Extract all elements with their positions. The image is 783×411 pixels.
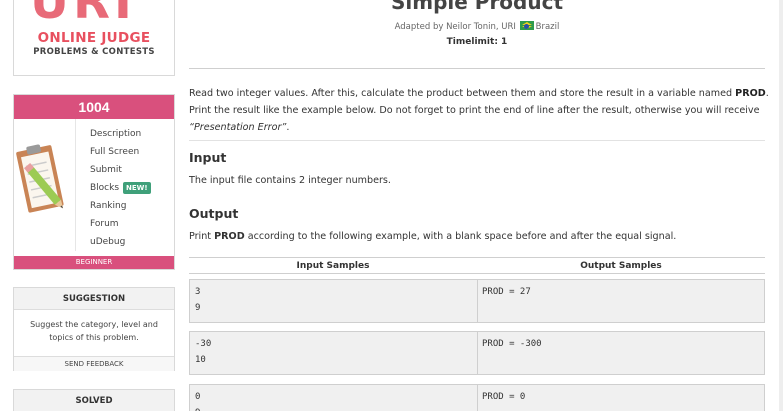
menu-full-screen[interactable]: Full Screen	[90, 143, 151, 161]
clipboard-pencil-icon	[14, 119, 76, 251]
solved-card: SOLVED	[13, 389, 175, 411]
solved-header: SOLVED	[14, 390, 174, 411]
sample-row: 3 9 PROD = 27	[189, 279, 765, 323]
suggestion-header: SUGGESTION	[14, 288, 174, 310]
sample-input: 0 9	[195, 392, 201, 411]
output-heading: Output	[189, 206, 239, 221]
logo-uri-text: URI	[30, 0, 136, 30]
input-text: The input file contains 2 integer number…	[189, 175, 391, 186]
menu-blocks[interactable]: Blocks NEW!	[90, 179, 151, 197]
send-feedback-button[interactable]: SEND FEEDBACK	[14, 356, 174, 371]
adapted-by: Adapted by Neilor Tonin, URI Brazil	[394, 21, 560, 32]
menu-ranking[interactable]: Ranking	[90, 197, 151, 215]
problem-menu: Description Full Screen Submit Blocks NEW…	[90, 125, 151, 251]
output-samples-header: Output Samples	[580, 261, 662, 271]
suggestion-card: SUGGESTION Suggest the category, level a…	[13, 287, 175, 371]
level-badge: BEGINNER	[14, 256, 174, 269]
scrollbar[interactable]	[779, 0, 783, 411]
time-limit: Timelimit: 1	[446, 37, 508, 47]
divider	[189, 140, 765, 141]
sample-output: PROD = -300	[477, 332, 764, 374]
sample-output: PROD = 27	[477, 280, 764, 322]
menu-udebug[interactable]: uDebug	[90, 233, 151, 251]
sample-row: 0 9 PROD = 0	[189, 384, 765, 411]
new-badge: NEW!	[123, 182, 151, 194]
divider	[189, 68, 765, 69]
sample-input: -30 10	[195, 339, 212, 365]
logo-title: ONLINE JUDGE	[37, 30, 151, 46]
sample-input: 3 9	[195, 287, 201, 313]
problem-title: Simple Product	[390, 0, 564, 14]
logo-subtitle: PROBLEMS & CONTESTS	[33, 47, 155, 57]
problem-id: 1004	[14, 95, 174, 119]
problem-card: 1004 Description Full Screen Submit Bloc…	[13, 94, 175, 270]
menu-description[interactable]: Description	[90, 125, 151, 143]
brazil-flag-icon	[519, 21, 534, 30]
menu-forum[interactable]: Forum	[90, 215, 151, 233]
sample-output: PROD = 0	[477, 385, 764, 411]
problem-description: Read two integer values. After this, cal…	[189, 88, 769, 133]
country: Brazil	[535, 22, 560, 32]
samples-header: Input Samples Output Samples	[189, 257, 765, 274]
site-logo[interactable]: URI ONLINE JUDGE PROBLEMS & CONTESTS	[13, 0, 175, 76]
menu-submit[interactable]: Submit	[90, 161, 151, 179]
output-text: Print PROD according to the following ex…	[189, 231, 677, 242]
suggestion-text: Suggest the category, level and topics o…	[30, 320, 158, 342]
input-samples-header: Input Samples	[296, 261, 370, 271]
sample-row: -30 10 PROD = -300	[189, 331, 765, 375]
input-heading: Input	[189, 150, 227, 165]
